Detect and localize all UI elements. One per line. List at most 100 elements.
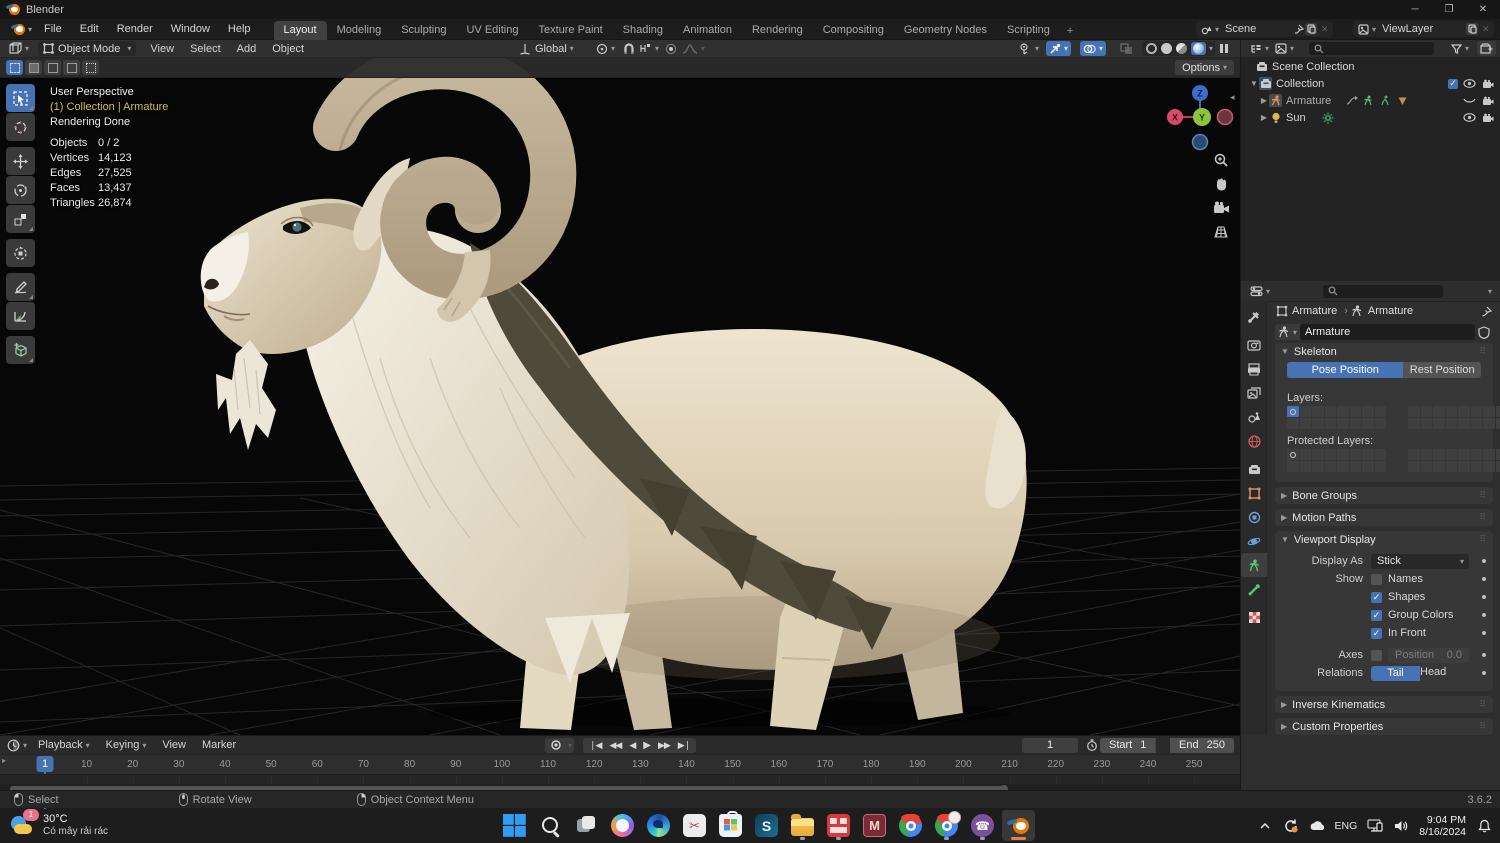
fake-user-shield-icon[interactable] [1475,325,1493,340]
taskbar-icon-chrome[interactable] [894,810,927,841]
layer-cell[interactable] [1324,406,1336,417]
drag-handle-icon[interactable]: ⠿ [1479,512,1487,523]
layer-cell[interactable] [1299,406,1311,417]
animate-dot[interactable] [1482,577,1486,581]
viewport-menu-object[interactable]: Object [264,43,312,55]
animate-dot[interactable] [1482,613,1486,617]
outliner-row-scene-collection[interactable]: Scene Collection [1241,58,1500,75]
layer-cell[interactable] [1324,418,1336,429]
camera-view-icon[interactable] [1211,198,1231,218]
layer-cell[interactable] [1312,406,1324,417]
add-workspace-tab[interactable]: + [1060,22,1080,40]
menu-edit[interactable]: Edit [71,23,108,35]
layer-cell[interactable] [1408,418,1420,429]
workspace-tab-geometry-nodes[interactable]: Geometry Nodes [894,21,997,40]
outliner-search-input[interactable] [1309,42,1435,55]
taskbar-icon-unikey[interactable] [822,810,855,841]
armature-id-icon[interactable]: ▾ [1275,324,1301,340]
zoom-view-icon[interactable] [1211,150,1231,170]
viewlayer-selector[interactable]: ▾ ViewLayer ✕ [1353,21,1494,37]
cursor-tool[interactable] [6,113,35,141]
layer-cell[interactable] [1420,449,1432,460]
new-collection-button[interactable] [1477,41,1496,56]
inverse-kinematics-panel-header[interactable]: ▶ Inverse Kinematics ⠿ [1275,696,1493,713]
layer-cell[interactable] [1483,461,1495,472]
add-cube-tool[interactable] [6,336,35,364]
timeline-expand-arrow[interactable]: ▸ [2,756,6,765]
transform-tool[interactable] [6,239,35,267]
taskbar-icon-store[interactable] [714,810,747,841]
pose-position-button[interactable]: Pose Position [1287,362,1404,378]
layer-cell[interactable] [1458,406,1470,417]
annotate-tool[interactable] [6,273,35,301]
timeline-track[interactable] [0,774,1240,784]
layer-cell[interactable] [1362,406,1374,417]
checkbox-group-colors[interactable]: ✓ [1371,609,1382,621]
play-button[interactable]: ▶ [639,740,654,751]
options-button[interactable]: Options ▾ [1175,60,1234,75]
jump-to-start-button[interactable]: ❘◀ [585,740,605,751]
layer-cell[interactable] [1287,449,1299,460]
playhead[interactable]: 1 [36,756,54,772]
layer-cell[interactable] [1349,449,1361,460]
taskbar-icon-task-view[interactable] [570,810,603,841]
pan-view-icon[interactable] [1211,174,1231,194]
layer-cell[interactable] [1299,461,1311,472]
current-frame-field[interactable]: 1 [1022,737,1078,753]
layer-cell[interactable] [1349,406,1361,417]
layer-cell[interactable] [1495,406,1500,417]
use-preview-range-icon[interactable] [1083,738,1101,753]
layer-cell[interactable] [1458,449,1470,460]
layer-cell[interactable] [1299,449,1311,460]
drag-handle-icon[interactable]: ⠿ [1479,534,1487,545]
menu-window[interactable]: Window [162,23,219,35]
layer-cell[interactable] [1287,461,1299,472]
tab-view-layer[interactable] [1241,381,1267,405]
layer-cell[interactable] [1349,461,1361,472]
layer-cell[interactable] [1420,406,1432,417]
update-sync-icon[interactable] [1283,818,1299,834]
menu-file[interactable]: File [35,23,71,35]
layer-cell[interactable] [1337,449,1349,460]
layer-cell[interactable] [1337,406,1349,417]
drag-handle-icon[interactable]: ⠿ [1479,490,1487,501]
menu-help[interactable]: Help [219,23,260,35]
gizmos-toggle[interactable]: ▾ [1046,41,1072,56]
layer-cell[interactable] [1445,449,1457,460]
layer-cell[interactable] [1458,461,1470,472]
workspace-tab-modeling[interactable]: Modeling [327,21,392,40]
layer-cell[interactable] [1408,406,1420,417]
mode-selector[interactable]: Object Mode ▾ [38,41,137,56]
pin-id-icon[interactable] [1480,305,1493,318]
workspace-tab-sculpting[interactable]: Sculpting [391,21,456,40]
layer-cell[interactable] [1445,461,1457,472]
snap-settings-button[interactable]: ▾ [636,41,662,56]
viewport-menu-select[interactable]: Select [182,43,229,55]
navigation-gizmo[interactable]: Z X Y [1158,80,1240,158]
viewport-display-panel-header[interactable]: ▼ Viewport Display ⠿ [1275,531,1493,548]
pause-render-button[interactable] [1216,41,1232,56]
close-button[interactable]: ✕ [1466,0,1500,19]
select-box-tool[interactable] [6,84,35,112]
notifications-bell-icon[interactable] [1476,818,1492,834]
menu-render[interactable]: Render [108,23,162,35]
taskbar-icon-copilot[interactable] [606,810,639,841]
datablock-name-field[interactable]: Armature [1300,324,1475,340]
timeline-editor-type-icon[interactable]: ▾ [4,738,30,753]
layer-cell[interactable] [1337,418,1349,429]
outliner-row-sun[interactable]: ▶ Sun [1241,109,1500,126]
viewlayer-name[interactable]: ViewLayer [1382,23,1460,35]
outliner-filter-id-icon[interactable]: ▾ [1272,41,1297,56]
layer-cell[interactable] [1408,449,1420,460]
layer-cell[interactable] [1312,461,1324,472]
tab-collection[interactable] [1241,457,1267,481]
workspace-tab-layout[interactable]: Layout [273,20,327,40]
pin-icon[interactable] [1293,23,1305,35]
timeline-ruler[interactable]: 1 10 20 30 40 50 60 70 80 90 100 110 120 130 140 150 16… [0,754,1240,809]
taskbar-icon-snipping-tool[interactable] [678,810,711,841]
layer-cell[interactable] [1433,418,1445,429]
layer-cell[interactable] [1374,406,1386,417]
taskbar-icon-m-app[interactable]: M [858,810,891,841]
drag-handle-icon[interactable]: ⠿ [1479,699,1487,710]
material-shading-icon[interactable] [1176,43,1187,54]
